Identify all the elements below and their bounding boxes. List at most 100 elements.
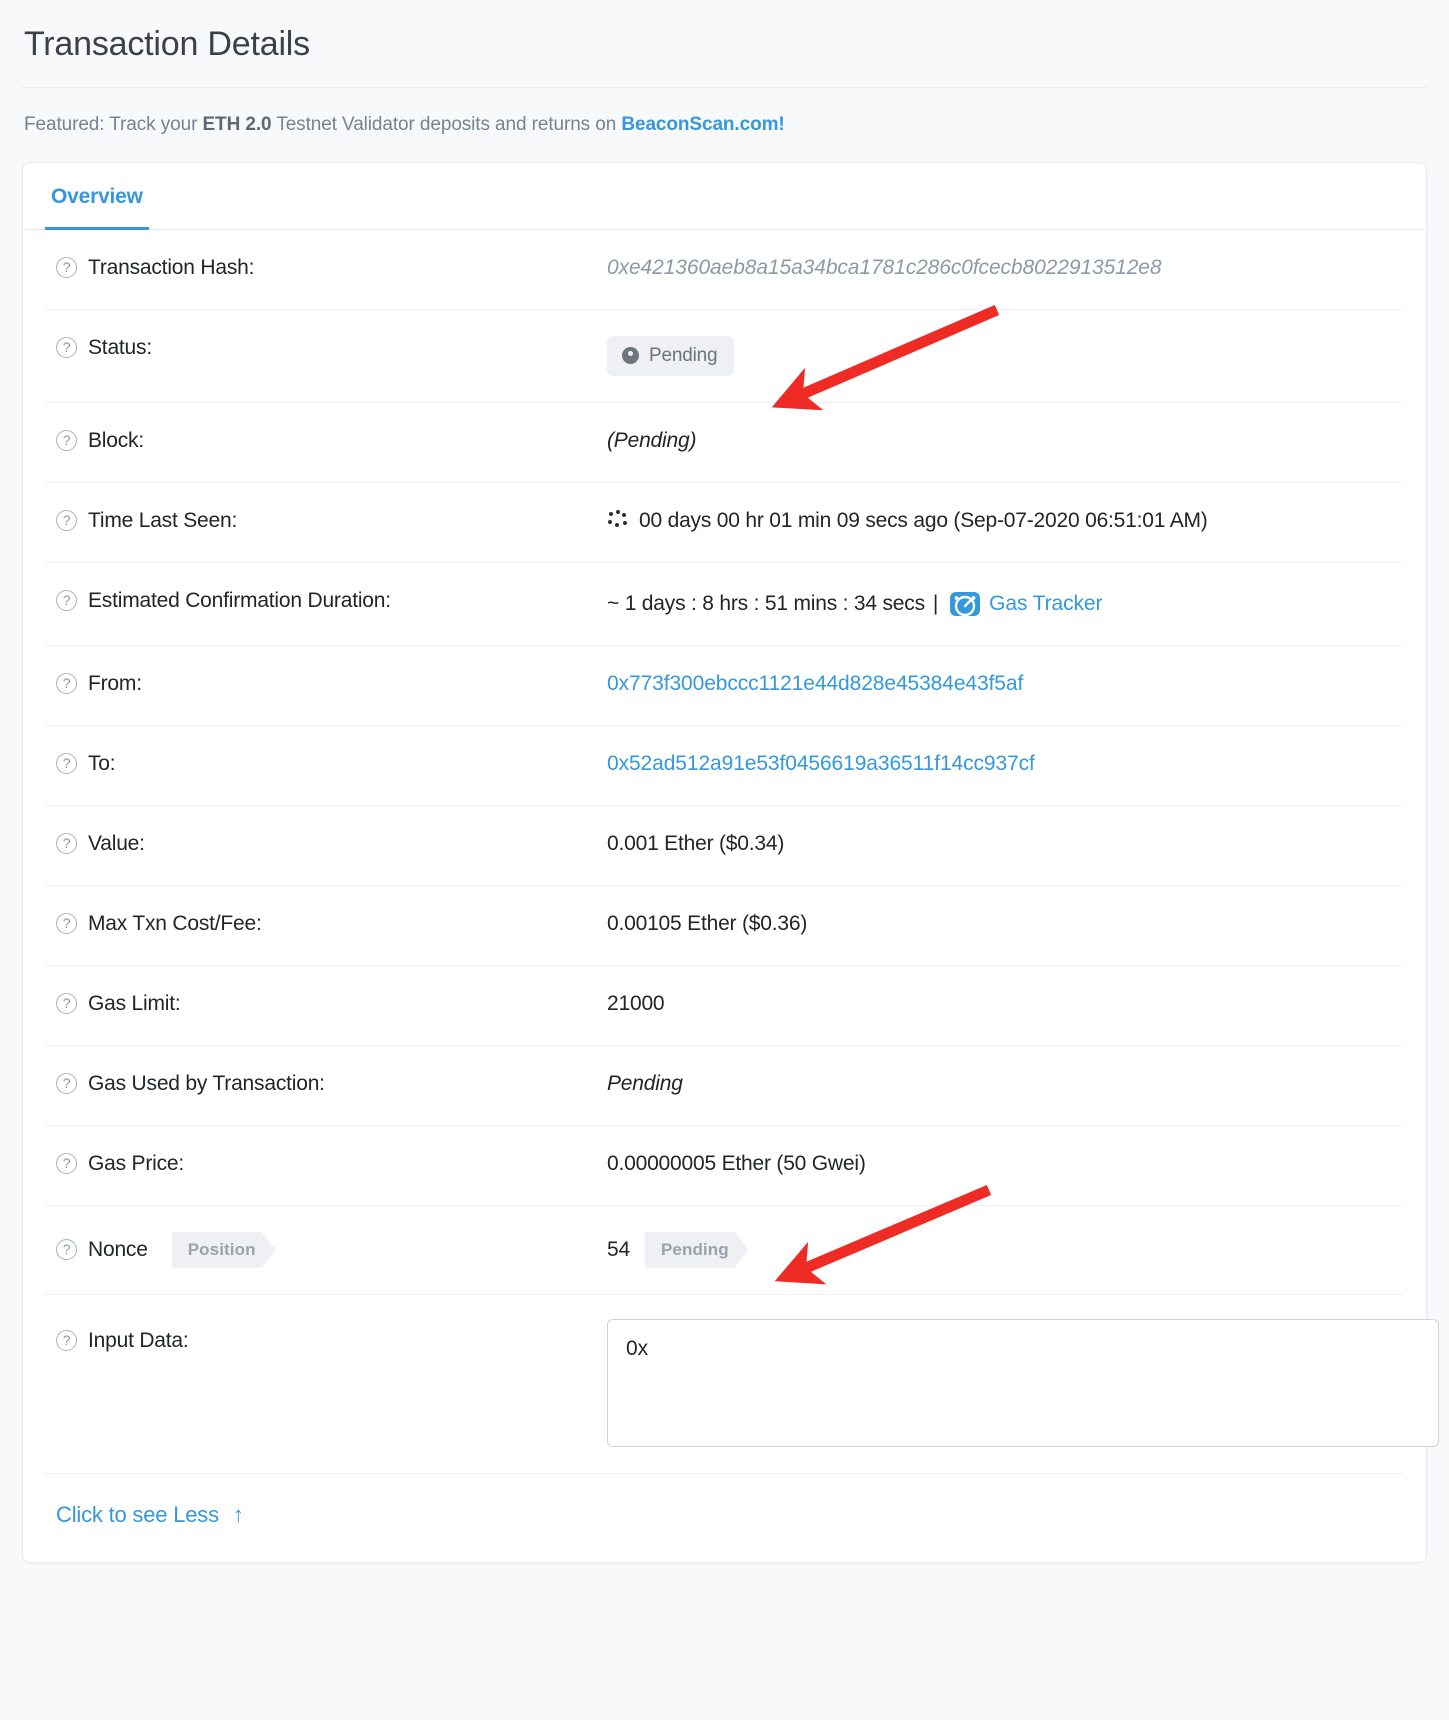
row-value-max-txn-cost: 0.00105 Ether ($0.36) — [607, 886, 1404, 962]
help-icon[interactable]: ? — [56, 1330, 77, 1352]
label-text: Value: — [88, 831, 145, 855]
row-label-input-data: ? Input Data: — [45, 1295, 607, 1379]
help-icon[interactable]: ? — [56, 1239, 77, 1261]
row-value-nonce: 54 Pending — [607, 1206, 1404, 1294]
row-label-max-txn-cost: ? Max Txn Cost/Fee: — [45, 886, 607, 962]
from-address-link[interactable]: 0x773f300ebccc1121e44d828e45384e43f5af — [607, 672, 1023, 696]
row-label-time-last-seen: ? Time Last Seen: — [45, 483, 607, 559]
row-value-from: 0x773f300ebccc1121e44d828e45384e43f5af — [607, 646, 1404, 722]
row-label-nonce: ? Nonce Position — [45, 1206, 607, 1294]
row-block: ? Block: (Pending) — [45, 403, 1404, 483]
row-label-to: ? To: — [45, 726, 607, 802]
row-value-time-last-seen: 00 days 00 hr 01 min 09 secs ago (Sep-07… — [607, 483, 1404, 559]
help-icon[interactable]: ? — [56, 590, 77, 612]
to-address-link[interactable]: 0x52ad512a91e53f0456619a36511f14cc937cf — [607, 752, 1035, 776]
row-value-gas-price: 0.00000005 Ether (50 Gwei) — [607, 1126, 1404, 1202]
click-to-see-less-link[interactable]: Click to see Less — [56, 1502, 219, 1528]
position-chip: Position — [172, 1232, 276, 1268]
help-icon[interactable]: ? — [56, 913, 77, 935]
row-label-gas-limit: ? Gas Limit: — [45, 966, 607, 1042]
page-title: Transaction Details — [24, 25, 310, 63]
row-status: ? Status: Pending — [45, 310, 1404, 403]
beaconscan-link[interactable]: BeaconScan.com! — [621, 114, 784, 135]
label-text: Input Data: — [88, 1328, 189, 1352]
detail-rows: ? Transaction Hash: 0xe421360aeb8a15a34b… — [23, 230, 1439, 1562]
label-text: Gas Price: — [88, 1151, 185, 1175]
row-gas-limit: ? Gas Limit: 21000 — [45, 966, 1404, 1046]
row-nonce: ? Nonce Position 54 Pending — [45, 1206, 1404, 1295]
max-txn-cost-value: 0.00105 Ether ($0.36) — [607, 911, 808, 935]
row-gas-used: ? Gas Used by Transaction: Pending — [45, 1046, 1404, 1126]
help-icon[interactable]: ? — [56, 1153, 77, 1175]
row-label-gas-price: ? Gas Price: — [45, 1126, 607, 1202]
label-text: Estimated Confirmation Duration: — [88, 588, 391, 612]
status-badge: Pending — [607, 335, 735, 376]
row-label-transaction-hash: ? Transaction Hash: — [45, 230, 607, 306]
label-text: Time Last Seen: — [88, 508, 238, 532]
help-icon[interactable]: ? — [56, 430, 77, 452]
featured-middle: Testnet Validator deposits and returns o… — [271, 113, 622, 135]
label-text: Nonce — [88, 1237, 148, 1261]
row-label-status: ? Status: — [45, 310, 607, 386]
input-data-textarea[interactable]: 0x — [607, 1318, 1439, 1447]
block-value: (Pending) — [607, 428, 697, 452]
label-text: Transaction Hash: — [88, 255, 255, 279]
row-input-data: ? Input Data: 0x — [45, 1295, 1439, 1474]
label-text: Gas Limit: — [88, 991, 181, 1015]
row-value-value: 0.001 Ether ($0.34) — [607, 806, 1404, 882]
tab-bar: Overview — [23, 163, 1426, 230]
row-from: ? From: 0x773f300ebccc1121e44d828e45384e… — [45, 646, 1404, 726]
help-icon[interactable]: ? — [56, 993, 77, 1015]
help-icon[interactable]: ? — [56, 753, 77, 775]
row-label-gas-used: ? Gas Used by Transaction: — [45, 1046, 607, 1122]
row-label-value: ? Value: — [45, 806, 607, 882]
row-transaction-hash: ? Transaction Hash: 0xe421360aeb8a15a34b… — [45, 230, 1404, 310]
row-value-transaction-hash: 0xe421360aeb8a15a34bca1781c286c0fcecb802… — [607, 230, 1404, 306]
label-text: To: — [88, 751, 116, 775]
row-max-txn-cost: ? Max Txn Cost/Fee: 0.00105 Ether ($0.36… — [45, 886, 1404, 966]
clock-icon — [622, 347, 639, 365]
page-header: Transaction Details — [0, 0, 1449, 87]
transaction-hash-value: 0xe421360aeb8a15a34bca1781c286c0fcecb802… — [607, 255, 1162, 279]
row-value-estimated-confirmation: ~ 1 days : 8 hrs : 51 mins : 34 secs | G… — [607, 563, 1404, 645]
row-time-last-seen: ? Time Last Seen: 00 days 00 hr 01 min 0… — [45, 483, 1404, 563]
see-less-row: Click to see Less ↑ — [45, 1474, 1404, 1562]
row-value-gas-used: Pending — [607, 1046, 1404, 1122]
gas-tracker-gauge-icon — [950, 589, 981, 619]
transaction-details-page: Transaction Details Featured: Track your… — [0, 0, 1449, 1720]
row-value-gas-limit: 21000 — [607, 966, 1404, 1042]
help-icon[interactable]: ? — [56, 510, 77, 532]
ether-value: 0.001 Ether ($0.34) — [607, 831, 785, 855]
nonce-pending-chip: Pending — [645, 1232, 749, 1268]
row-value-block: (Pending) — [607, 403, 1404, 479]
gas-tracker-link[interactable]: Gas Tracker — [989, 592, 1102, 616]
label-text: From: — [88, 671, 142, 695]
help-icon[interactable]: ? — [56, 833, 77, 855]
row-estimated-confirmation: ? Estimated Confirmation Duration: ~ 1 d… — [45, 563, 1404, 646]
help-icon[interactable]: ? — [56, 257, 77, 279]
gas-price-value: 0.00000005 Ether (50 Gwei) — [607, 1151, 866, 1175]
row-label-estimated-confirmation: ? Estimated Confirmation Duration: — [45, 563, 607, 639]
separator: | — [932, 591, 939, 615]
gas-used-value: Pending — [607, 1071, 683, 1095]
row-label-from: ? From: — [45, 646, 607, 722]
label-text: Gas Used by Transaction: — [88, 1071, 325, 1095]
gas-limit-value: 21000 — [607, 991, 665, 1015]
featured-eth2-bold: ETH 2.0 — [202, 113, 272, 135]
overview-card: Overview ? Transaction Hash: 0xe421360ae… — [22, 161, 1439, 1563]
row-value: ? Value: 0.001 Ether ($0.34) — [45, 806, 1404, 886]
help-icon[interactable]: ? — [56, 337, 77, 359]
loading-spinner-icon — [607, 509, 631, 532]
help-icon[interactable]: ? — [56, 1073, 77, 1095]
featured-prefix: Featured: Track your — [24, 113, 203, 135]
status-badge-label: Pending — [649, 344, 718, 366]
nonce-number: 54 — [607, 1237, 630, 1261]
row-value-to: 0x52ad512a91e53f0456619a36511f14cc937cf — [607, 726, 1404, 802]
tab-overview[interactable]: Overview — [45, 163, 149, 230]
featured-banner: Featured: Track your ETH 2.0 Testnet Val… — [0, 88, 1449, 162]
time-last-seen-value: 00 days 00 hr 01 min 09 secs ago (Sep-07… — [639, 508, 1208, 532]
row-to: ? To: 0x52ad512a91e53f0456619a36511f14cc… — [45, 726, 1404, 806]
arrow-up-icon[interactable]: ↑ — [233, 1503, 244, 1526]
row-gas-price: ? Gas Price: 0.00000005 Ether (50 Gwei) — [45, 1126, 1404, 1206]
help-icon[interactable]: ? — [56, 673, 77, 695]
